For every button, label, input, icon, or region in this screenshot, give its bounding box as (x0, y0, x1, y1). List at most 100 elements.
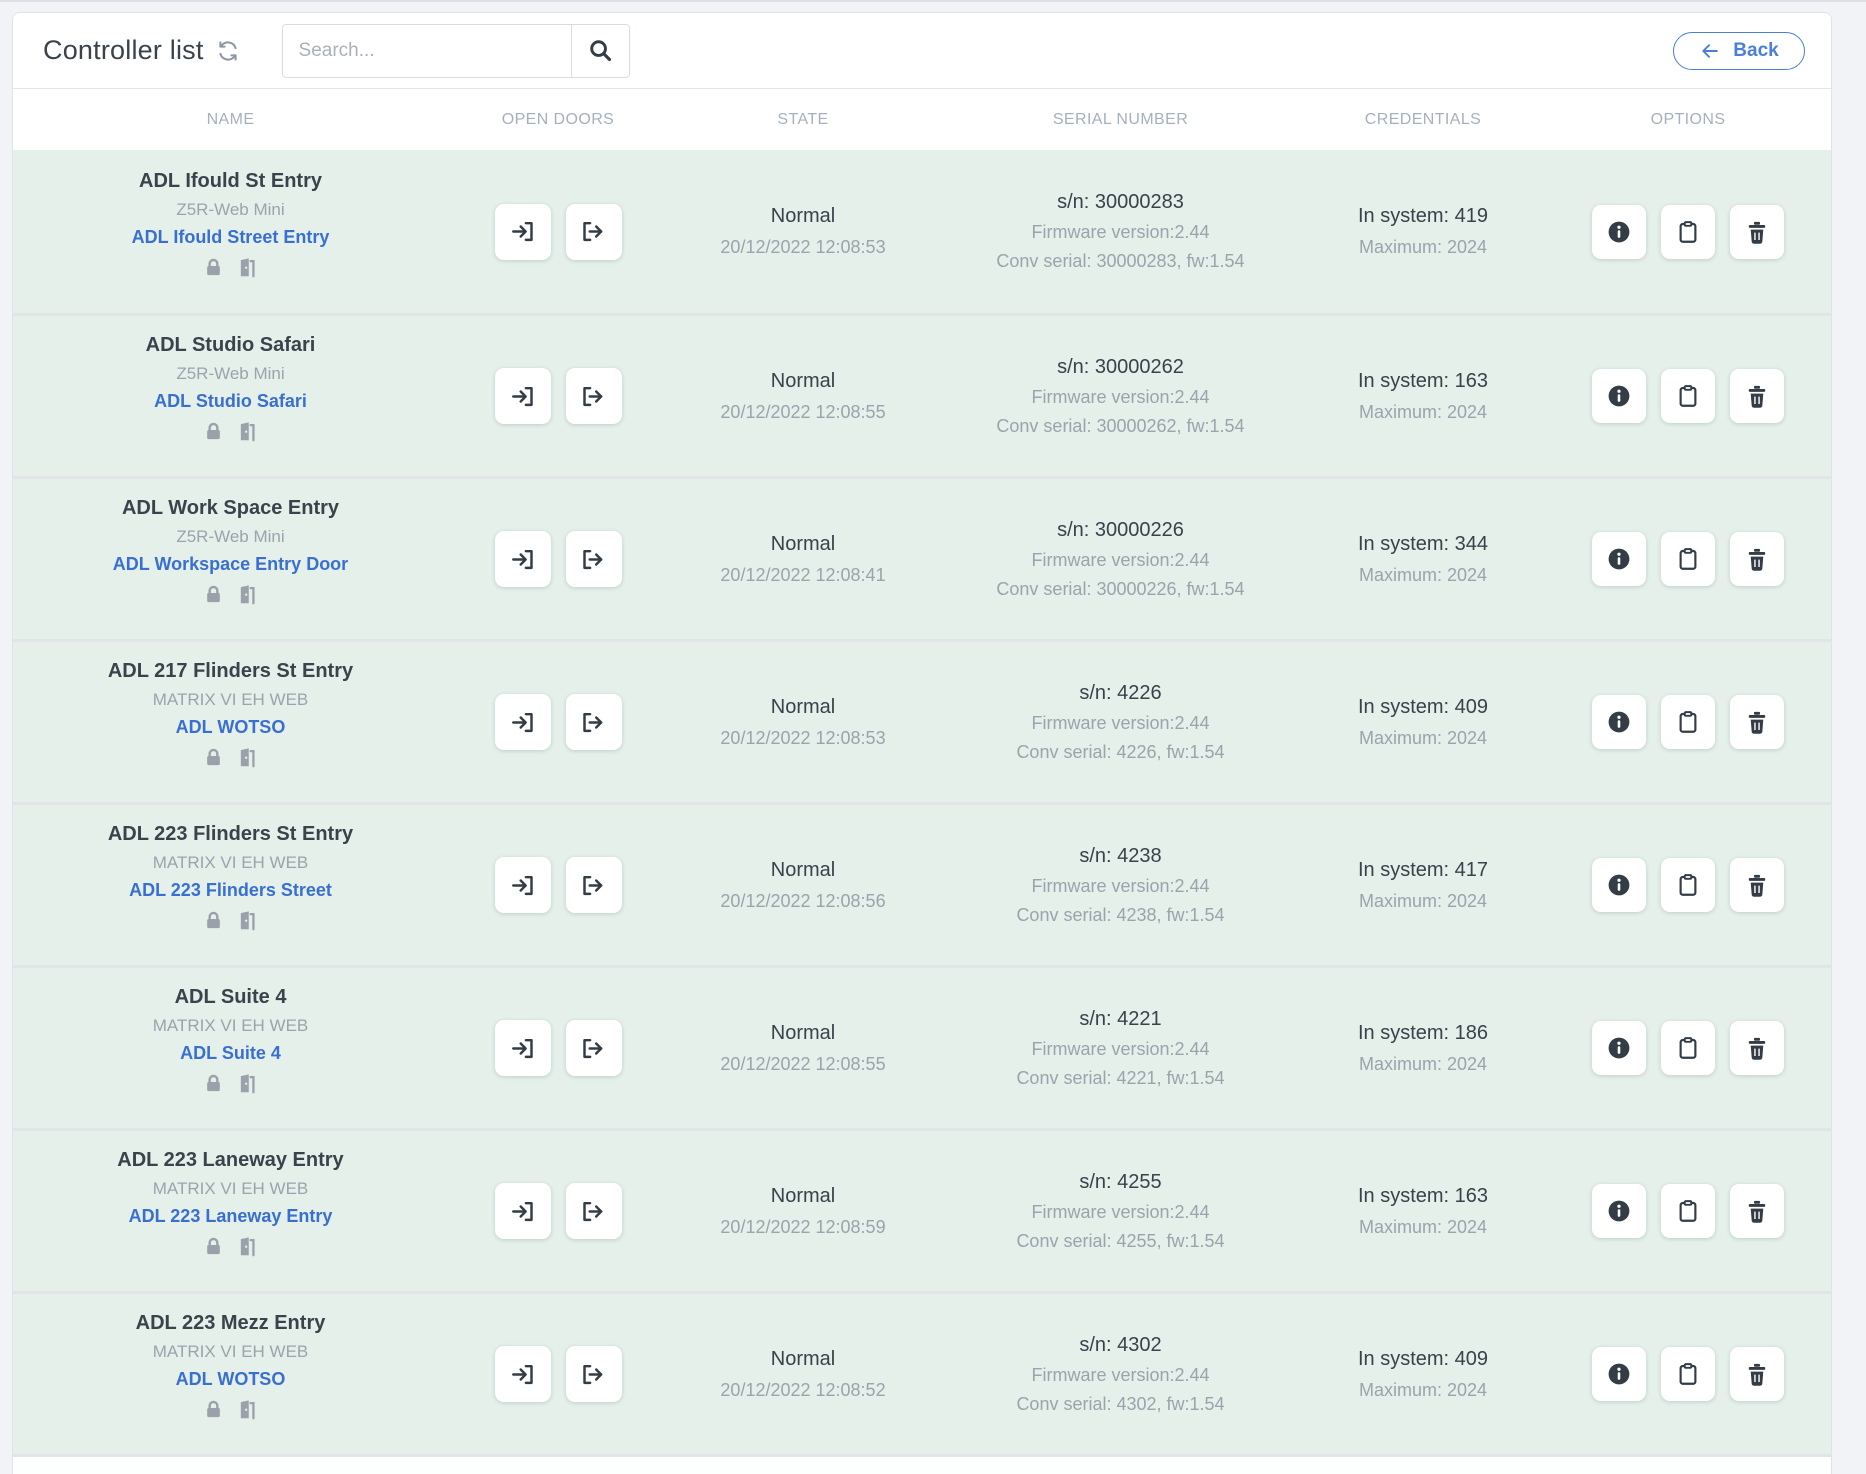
info-button[interactable] (1592, 532, 1646, 586)
state-cell: Normal 20/12/2022 12:08:55 (668, 316, 938, 476)
controller-model: Z5R-Web Mini (176, 527, 284, 547)
open-door-out-button[interactable] (566, 857, 622, 913)
info-button[interactable] (1592, 1184, 1646, 1238)
copy-button[interactable] (1661, 695, 1715, 749)
copy-button[interactable] (1661, 205, 1715, 259)
copy-button[interactable] (1661, 1184, 1715, 1238)
controller-name: ADL Ifould St Entry (139, 170, 322, 193)
controller-door-link[interactable]: ADL Ifould Street Entry (132, 227, 330, 248)
open-door-out-button[interactable] (566, 368, 622, 424)
delete-button[interactable] (1730, 858, 1784, 912)
open-door-in-button[interactable] (495, 531, 551, 587)
open-door-in-button[interactable] (495, 857, 551, 913)
open-door-out-button[interactable] (566, 531, 622, 587)
open-door-out-button[interactable] (566, 1346, 622, 1402)
state-value: Normal (771, 696, 835, 719)
controller-door-link[interactable]: ADL 223 Laneway Entry (129, 1206, 333, 1227)
state-timestamp: 20/12/2022 12:08:53 (720, 237, 885, 258)
search-button[interactable] (571, 25, 629, 77)
state-cell: Normal 20/12/2022 12:08:56 (668, 805, 938, 965)
sign-out-icon (580, 1361, 607, 1388)
clipboard-icon (1675, 219, 1701, 245)
open-door-in-button[interactable] (495, 1183, 551, 1239)
copy-button[interactable] (1661, 1021, 1715, 1075)
back-button-label: Back (1733, 40, 1778, 62)
info-button[interactable] (1592, 369, 1646, 423)
controller-door-link[interactable]: ADL WOTSO (176, 1369, 286, 1390)
converter-serial: Conv serial: 4238, fw:1.54 (1016, 905, 1224, 926)
title-wrap: Controller list (43, 35, 240, 66)
delete-button[interactable] (1730, 1347, 1784, 1401)
clipboard-icon (1675, 1035, 1701, 1061)
sign-in-icon (509, 1035, 536, 1062)
sign-in-icon (509, 872, 536, 899)
copy-button[interactable] (1661, 369, 1715, 423)
serial-number: s/n: 4302 (1079, 1334, 1161, 1357)
door-open-icon (235, 255, 260, 280)
options-cell (1543, 479, 1832, 639)
back-button[interactable]: Back (1673, 32, 1805, 70)
copy-button[interactable] (1661, 858, 1715, 912)
open-door-out-button[interactable] (566, 1183, 622, 1239)
controller-name: ADL 217 Flinders St Entry (108, 660, 353, 683)
open-door-out-button[interactable] (566, 694, 622, 750)
lock-icon (202, 1072, 225, 1095)
lock-icon (202, 1235, 225, 1258)
open-doors-cell (448, 316, 668, 476)
search-group (282, 24, 630, 78)
arrow-left-icon (1699, 40, 1721, 62)
delete-button[interactable] (1730, 205, 1784, 259)
controller-name: ADL 223 Flinders St Entry (108, 823, 353, 846)
serial-cell: s/n: 4302 Firmware version:2.44 Conv ser… (938, 1294, 1303, 1454)
controller-door-link[interactable]: ADL Workspace Entry Door (113, 554, 348, 575)
clipboard-icon (1675, 1198, 1701, 1224)
open-door-out-button[interactable] (566, 204, 622, 260)
refresh-icon[interactable] (216, 39, 240, 63)
open-door-in-button[interactable] (495, 368, 551, 424)
delete-button[interactable] (1730, 532, 1784, 586)
options-cell (1543, 805, 1832, 965)
open-door-in-button[interactable] (495, 204, 551, 260)
open-door-in-button[interactable] (495, 694, 551, 750)
info-button[interactable] (1592, 695, 1646, 749)
info-button[interactable] (1592, 858, 1646, 912)
converter-serial: Conv serial: 30000262, fw:1.54 (996, 416, 1244, 437)
copy-button[interactable] (1661, 532, 1715, 586)
controller-door-link[interactable]: ADL WOTSO (176, 717, 286, 738)
clipboard-icon (1675, 383, 1701, 409)
delete-button[interactable] (1730, 1184, 1784, 1238)
name-status-icons (202, 1397, 260, 1422)
serial-number: s/n: 30000262 (1057, 356, 1184, 379)
controller-door-link[interactable]: ADL Suite 4 (180, 1043, 281, 1064)
options-cell (1543, 642, 1832, 802)
open-doors-cell (448, 479, 668, 639)
controller-name: ADL 223 Laneway Entry (117, 1149, 343, 1172)
open-door-in-button[interactable] (495, 1020, 551, 1076)
info-icon (1606, 1035, 1632, 1061)
state-timestamp: 20/12/2022 12:08:59 (720, 1217, 885, 1238)
delete-button[interactable] (1730, 1021, 1784, 1075)
controller-name: ADL 223 Mezz Entry (136, 1312, 326, 1335)
delete-button[interactable] (1730, 369, 1784, 423)
search-input[interactable] (283, 25, 571, 77)
open-door-out-button[interactable] (566, 1020, 622, 1076)
controller-door-link[interactable]: ADL Studio Safari (154, 391, 307, 412)
state-cell: Normal 20/12/2022 12:08:55 (668, 968, 938, 1128)
copy-button[interactable] (1661, 1347, 1715, 1401)
info-button[interactable] (1592, 1021, 1646, 1075)
firmware-version: Firmware version:2.44 (1031, 222, 1209, 243)
door-open-icon (235, 1397, 260, 1422)
info-button[interactable] (1592, 1347, 1646, 1401)
info-button[interactable] (1592, 205, 1646, 259)
credentials-cell: In system: 344 Maximum: 2024 (1303, 479, 1543, 639)
name-status-icons (202, 1071, 260, 1096)
open-door-in-button[interactable] (495, 1346, 551, 1402)
state-value: Normal (771, 1022, 835, 1045)
sign-out-icon (580, 383, 607, 410)
state-value: Normal (771, 370, 835, 393)
state-cell: Normal 20/12/2022 12:08:59 (668, 1131, 938, 1291)
controller-door-link[interactable]: ADL 223 Flinders Street (129, 880, 332, 901)
delete-button[interactable] (1730, 695, 1784, 749)
serial-number: s/n: 4238 (1079, 845, 1161, 868)
credentials-in-system: In system: 344 (1358, 533, 1488, 556)
